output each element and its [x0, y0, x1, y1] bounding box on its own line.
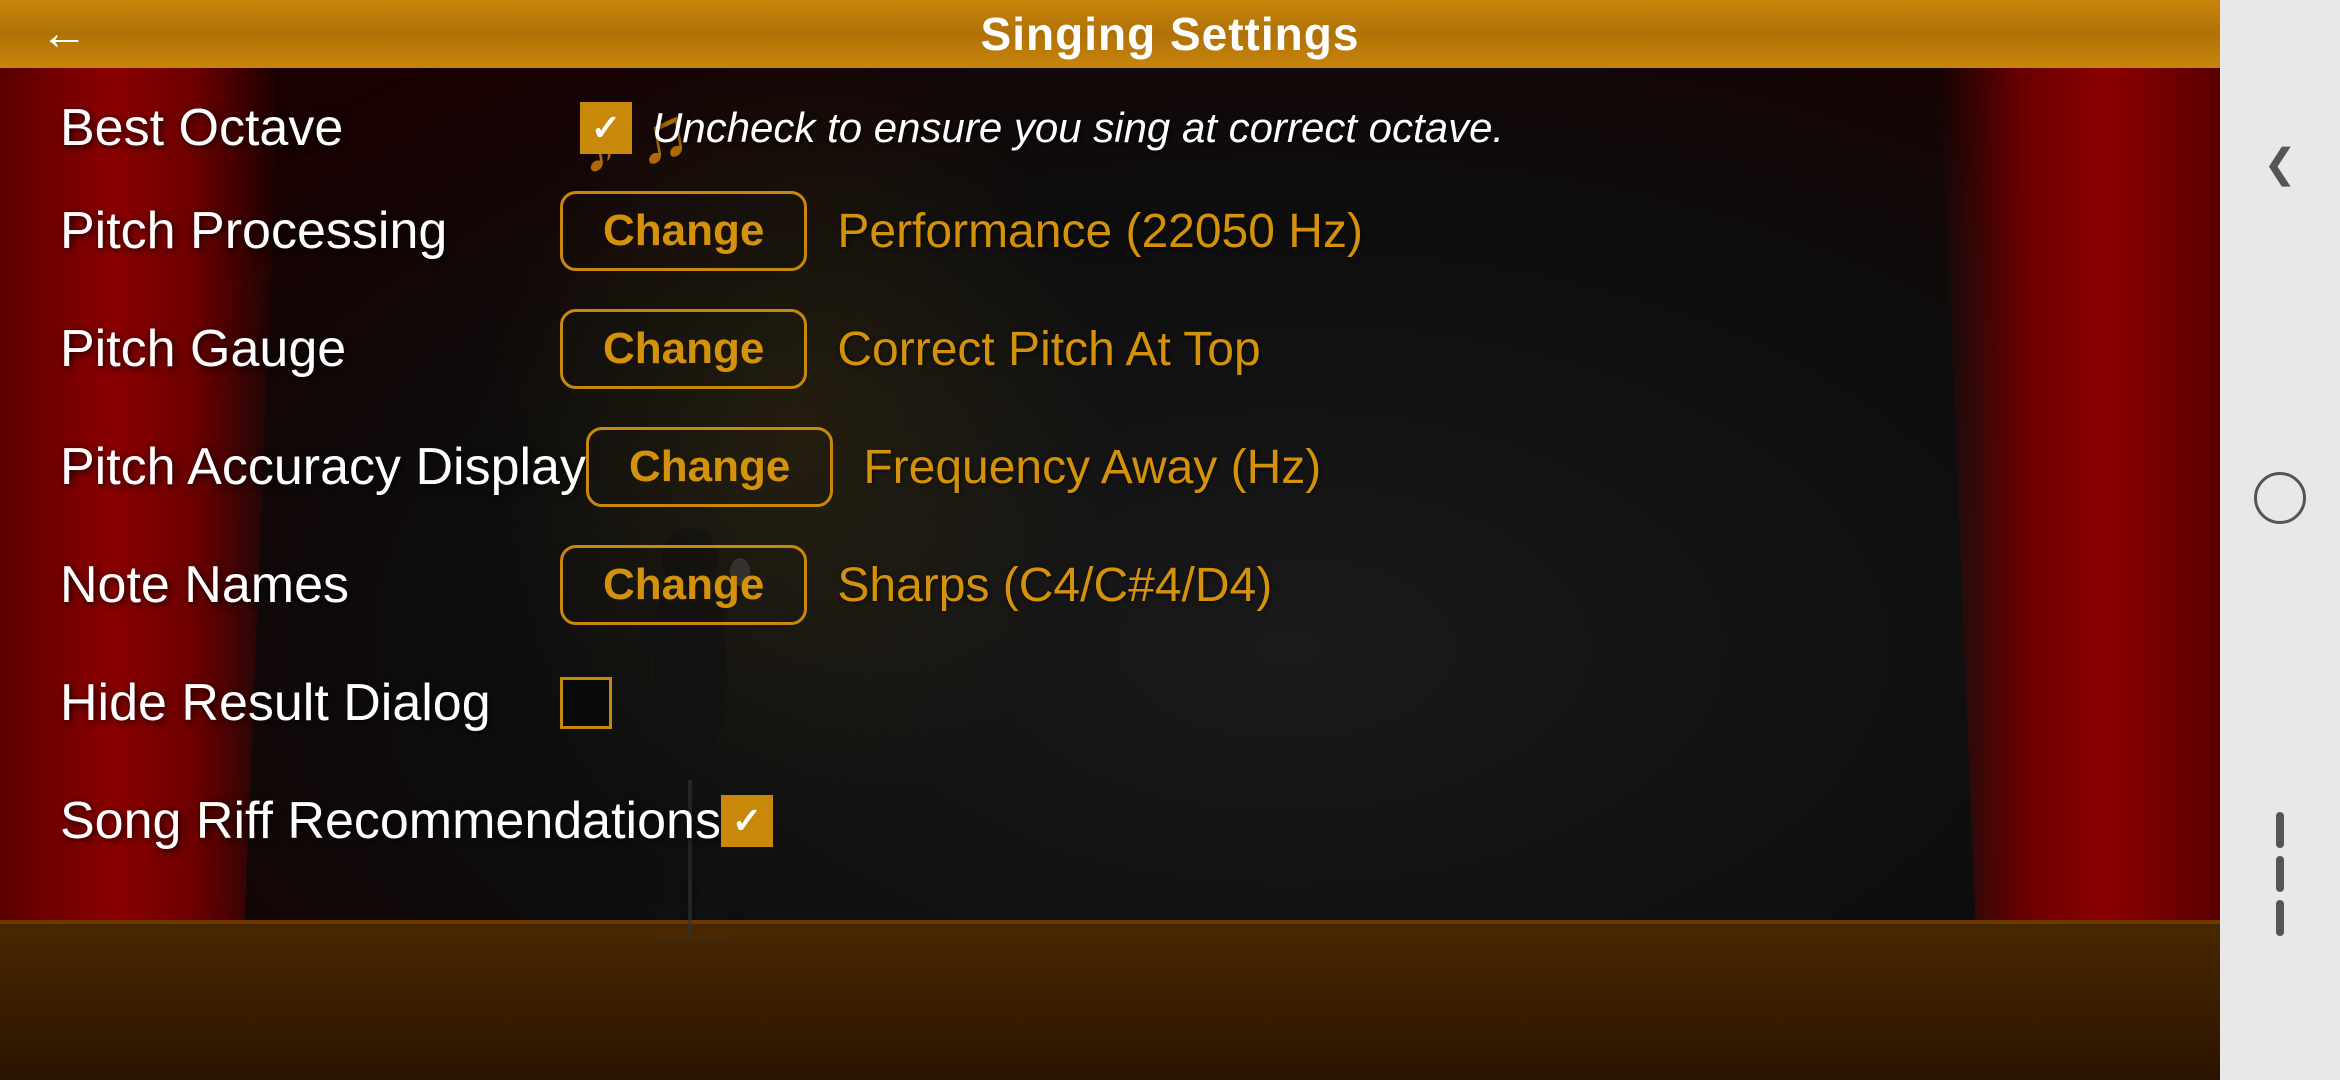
pitch-gauge-value: Correct Pitch At Top: [837, 322, 1260, 377]
nav-home-icon[interactable]: [2254, 472, 2306, 524]
pitch-processing-value: Performance (22050 Hz): [837, 204, 1363, 259]
song-riff-checkmark: ✓: [732, 803, 762, 839]
best-octave-checkbox[interactable]: ✓: [580, 102, 632, 154]
nav-line-3: [2276, 900, 2284, 936]
pitch-processing-label: Pitch Processing: [60, 201, 560, 261]
pitch-accuracy-value: Frequency Away (Hz): [863, 440, 1321, 495]
pitch-gauge-label: Pitch Gauge: [60, 319, 560, 379]
pitch-gauge-change-button[interactable]: Change: [560, 309, 807, 389]
header: ← Singing Settings: [0, 0, 2340, 68]
hide-result-row: Hide Result Dialog: [60, 658, 2160, 748]
song-riff-checkbox[interactable]: ✓: [721, 795, 773, 847]
nav-line-1: [2276, 812, 2284, 848]
pitch-gauge-row: Pitch Gauge Change Correct Pitch At Top: [60, 304, 2160, 394]
note-names-value: Sharps (C4/C#4/D4): [837, 558, 1272, 613]
note-names-change-button[interactable]: Change: [560, 545, 807, 625]
hide-result-label: Hide Result Dialog: [60, 673, 560, 733]
song-riff-label: Song Riff Recommendations: [60, 791, 721, 851]
header-title: Singing Settings: [981, 7, 1360, 61]
nav-chevron-icon[interactable]: ❮: [2263, 144, 2297, 184]
pitch-processing-row: Pitch Processing Change Performance (220…: [60, 186, 2160, 276]
pitch-accuracy-row: Pitch Accuracy Display Change Frequency …: [60, 422, 2160, 512]
nav-bar: ❮: [2220, 0, 2340, 1080]
hide-result-checkbox[interactable]: [560, 677, 612, 729]
best-octave-row: Best Octave ✓ Uncheck to ensure you sing…: [60, 98, 2160, 158]
pitch-accuracy-label: Pitch Accuracy Display: [60, 437, 586, 497]
song-riff-row: Song Riff Recommendations ✓: [60, 776, 2160, 866]
pitch-processing-change-button[interactable]: Change: [560, 191, 807, 271]
best-octave-label: Best Octave: [60, 98, 560, 158]
nav-line-2: [2276, 856, 2284, 892]
note-names-label: Note Names: [60, 555, 560, 615]
back-button[interactable]: ←: [40, 10, 88, 58]
note-names-row: Note Names Change Sharps (C4/C#4/D4): [60, 540, 2160, 630]
nav-menu-icon[interactable]: [2276, 812, 2284, 936]
settings-content: Best Octave ✓ Uncheck to ensure you sing…: [0, 68, 2220, 1080]
best-octave-checkmark: ✓: [591, 110, 621, 146]
best-octave-description: Uncheck to ensure you sing at correct oc…: [652, 104, 1504, 152]
pitch-accuracy-change-button[interactable]: Change: [586, 427, 833, 507]
